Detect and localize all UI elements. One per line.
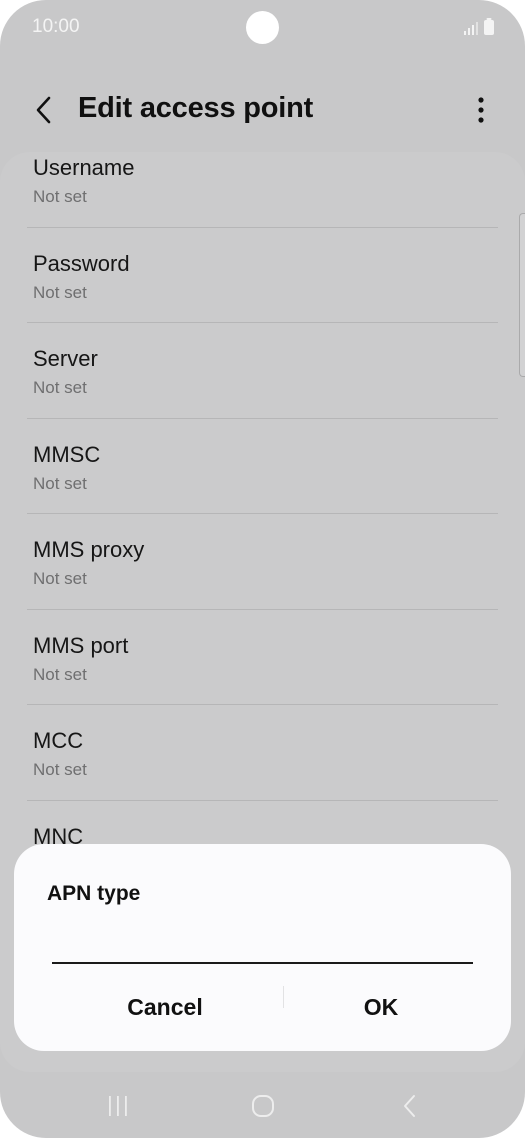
setting-password[interactable]: Password Not set xyxy=(27,228,498,323)
setting-mms-port[interactable]: MMS port Not set xyxy=(27,610,498,705)
setting-mmsc[interactable]: MMSC Not set xyxy=(27,419,498,514)
setting-mms-proxy[interactable]: MMS proxy Not set xyxy=(27,514,498,610)
apn-type-input[interactable] xyxy=(52,936,473,964)
setting-label: Username xyxy=(33,155,135,180)
button-divider xyxy=(283,986,284,1008)
setting-value: Not set xyxy=(33,760,87,779)
setting-label: MMSC xyxy=(33,441,101,467)
home-button[interactable] xyxy=(233,1086,293,1126)
system-back-button[interactable] xyxy=(380,1086,440,1126)
setting-username[interactable]: Username Not set xyxy=(27,152,498,228)
recents-icon xyxy=(109,1096,127,1116)
home-icon xyxy=(252,1095,274,1117)
setting-label: MMS proxy xyxy=(33,537,145,562)
status-icons xyxy=(463,18,495,36)
app-bar: Edit access point xyxy=(0,80,525,140)
front-camera-cutout xyxy=(246,11,279,44)
battery-icon xyxy=(484,18,494,35)
back-button[interactable] xyxy=(26,90,62,130)
ok-button[interactable]: OK xyxy=(266,979,496,1035)
setting-label: MMS port xyxy=(33,632,129,658)
chevron-left-icon xyxy=(36,96,51,124)
scrollbar-thumb[interactable] xyxy=(519,213,525,377)
setting-label: Password xyxy=(33,250,130,276)
page-title: Edit access point xyxy=(78,92,314,124)
more-options-button[interactable] xyxy=(463,92,499,128)
setting-value: Not set xyxy=(33,473,87,493)
cancel-button[interactable]: Cancel xyxy=(50,979,280,1035)
recents-button[interactable] xyxy=(88,1086,148,1126)
setting-label: MCC xyxy=(33,728,84,753)
setting-label: Server xyxy=(33,346,98,371)
dialog-buttons: Cancel OK xyxy=(14,979,511,1035)
signal-icon xyxy=(464,22,478,35)
settings-list: Username Not set Password Not set Server… xyxy=(0,152,525,896)
setting-server[interactable]: Server Not set xyxy=(27,323,498,419)
setting-value: Not set xyxy=(33,378,87,397)
setting-value: Not set xyxy=(33,664,87,684)
setting-value: Not set xyxy=(33,282,87,302)
phone-screen: 10:00 Edit access point Username Not set… xyxy=(0,0,525,1138)
setting-value: Not set xyxy=(33,569,87,588)
more-vertical-icon xyxy=(478,97,484,123)
setting-mcc[interactable]: MCC Not set xyxy=(27,705,498,801)
setting-value: Not set xyxy=(33,187,87,206)
dialog-title: APN type xyxy=(47,882,141,905)
back-icon xyxy=(404,1095,415,1117)
status-bar: 10:00 xyxy=(0,0,525,56)
status-time: 10:00 xyxy=(32,16,80,37)
navigation-bar xyxy=(0,1078,525,1134)
apn-type-dialog: APN type Cancel OK xyxy=(14,844,511,1051)
